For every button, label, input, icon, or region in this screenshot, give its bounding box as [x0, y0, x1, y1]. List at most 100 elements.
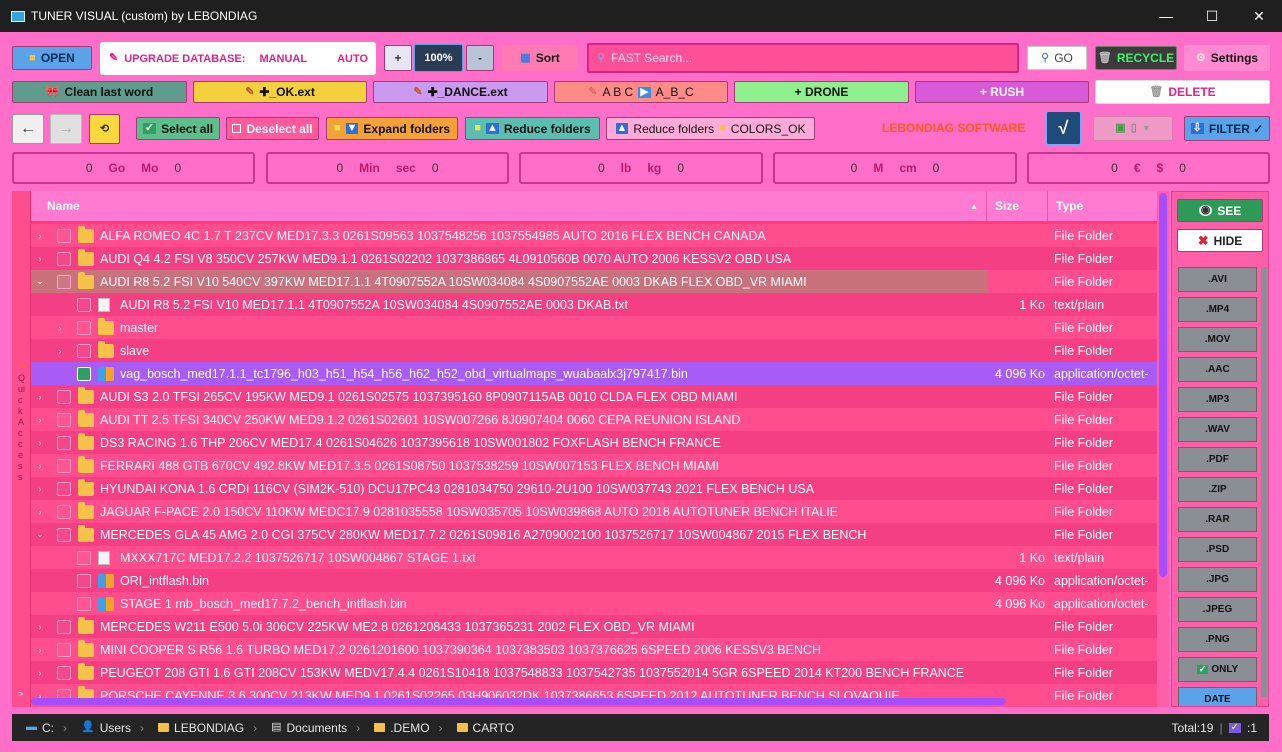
expand-toggle-icon[interactable]: › [35, 668, 45, 678]
refresh-button[interactable]: ⟲ [89, 114, 120, 144]
horizontal-scroll-thumb[interactable] [31, 698, 1006, 705]
side-scrollbar[interactable] [1261, 267, 1267, 697]
vertical-scroll-thumb[interactable] [1159, 193, 1167, 577]
expand-toggle-icon[interactable]: › [35, 461, 45, 471]
table-row[interactable]: › AUDI S3 2.0 TFSI 265CV 195KW MED9.1 026… [31, 385, 1157, 408]
extension-filter-button[interactable]: .WAV [1178, 417, 1257, 442]
extension-filter-button[interactable]: .MP4 [1178, 297, 1257, 322]
table-row[interactable]: STAGE 1 mb_bosch_med17.7.2_bench_intflas… [31, 592, 1157, 615]
row-checkbox[interactable] [57, 527, 71, 542]
view-mode-dropdown[interactable]: ▣ ▯ ▼ [1093, 116, 1173, 141]
table-row[interactable]: › MINI COOPER S R56 1.6 TURBO MED17.2 026… [31, 638, 1157, 661]
row-checkbox[interactable] [77, 297, 91, 312]
row-checkbox[interactable] [77, 343, 91, 358]
reduce-folders-button[interactable]: ■ ▲ Reduce folders [465, 117, 600, 140]
extension-filter-button[interactable]: .PNG [1178, 627, 1257, 652]
extension-filter-button[interactable]: .MP3 [1178, 387, 1257, 412]
expand-toggle-icon[interactable]: › [35, 254, 45, 264]
expand-toggle-icon[interactable]: › [35, 231, 45, 241]
zoom-in-button[interactable]: + [384, 45, 412, 71]
table-row[interactable]: › slave File Folder [31, 339, 1157, 362]
breadcrumb-item[interactable]: CARTO [456, 721, 514, 735]
forward-button[interactable]: → [50, 114, 82, 144]
extension-filter-button[interactable]: .JPG [1178, 567, 1257, 592]
ok-ext-button[interactable]: ✎ ✚_OK.ext [193, 81, 367, 103]
search-input[interactable]: ⚲ FAST Search... [587, 43, 1019, 73]
unit-converter-m-cm[interactable]: 0 M cm 0 [773, 152, 1017, 184]
close-button[interactable]: ✕ [1236, 0, 1282, 32]
expand-arrow-icon[interactable]: > [18, 689, 23, 699]
expand-toggle-icon[interactable]: › [35, 484, 45, 494]
table-row[interactable]: › HYUNDAI KONA 1.6 CRDI 116CV (SIM2K-510)… [31, 477, 1157, 500]
table-row[interactable]: AUDI R8 5.2 FSI V10 MED17.1.1 4T0907552A… [31, 293, 1157, 316]
table-row[interactable]: › JAGUAR F-PACE 2.0 150CV 110KW MEDC17.9 … [31, 500, 1157, 523]
row-checkbox[interactable] [77, 596, 91, 611]
extension-filter-button[interactable]: .AVI [1178, 267, 1257, 292]
row-checkbox[interactable] [57, 435, 71, 450]
table-row[interactable]: ⌄ MERCEDES GLA 45 AMG 2.0 CGI 375CV 280KW… [31, 523, 1157, 546]
confirm-check-button[interactable]: √ [1046, 111, 1081, 145]
table-row[interactable]: › ALFA ROMEO 4C 1.7 T 237CV MED17.3.3 026… [31, 224, 1157, 247]
delete-button[interactable]: 🗑 DELETE [1095, 80, 1270, 104]
row-checkbox[interactable] [57, 458, 71, 473]
select-all-button[interactable]: ✓ Select all [136, 117, 220, 140]
table-row[interactable]: › PEUGEOT 208 GTI 1.6 GTI 208CV 153KW MED… [31, 661, 1157, 684]
table-row[interactable]: › master File Folder [31, 316, 1157, 339]
row-checkbox[interactable] [57, 504, 71, 519]
table-row[interactable]: › MERCEDES W211 E500 5.0i 306CV 225KW ME2… [31, 615, 1157, 638]
expand-toggle-icon[interactable]: › [55, 346, 65, 356]
zoom-level[interactable]: 100% [414, 44, 463, 72]
deselect-all-button[interactable]: Deselect all [226, 117, 319, 140]
row-checkbox[interactable] [77, 550, 91, 565]
unit-converter-lb-kg[interactable]: 0 lb kg 0 [519, 152, 763, 184]
expand-folders-button[interactable]: ■ ▼ Expand folders [326, 117, 458, 140]
abc-button[interactable]: ✎ A B C ▶ A_B_C [554, 81, 728, 103]
go-button[interactable]: ⚲ GO [1027, 46, 1087, 70]
row-checkbox[interactable] [57, 228, 71, 243]
row-checkbox[interactable] [57, 251, 71, 266]
extension-filter-button[interactable]: .ZIP [1178, 477, 1257, 502]
row-checkbox[interactable] [57, 481, 71, 496]
row-checkbox[interactable] [77, 573, 91, 588]
extension-filter-button[interactable]: ✓ ONLY [1178, 657, 1257, 682]
reduce-colors-button[interactable]: ▲ Reduce folders ■ COLORS_OK [606, 117, 815, 140]
name-column-header[interactable]: Name ▲ [31, 191, 987, 221]
table-row[interactable]: vag_bosch_med17.1.1_tc1796_h03_h51_h54_h… [31, 362, 1157, 385]
hide-button[interactable]: ✖ HIDE [1177, 229, 1263, 252]
breadcrumb-item[interactable]: ▬ C: › [26, 721, 67, 735]
back-button[interactable]: ← [12, 114, 44, 144]
clean-last-word-button[interactable]: 🎀 Clean last word [12, 81, 187, 103]
unit-converter-min-sec[interactable]: 0 Min sec 0 [266, 152, 509, 184]
filter-button[interactable]: ⇩ FILTER ✓ [1184, 116, 1270, 141]
row-checkbox[interactable] [57, 389, 71, 404]
sort-button[interactable]: ▦ Sort [502, 45, 578, 71]
table-row[interactable]: ORI_intflash.bin 4 096 Ko application/octe… [31, 569, 1157, 592]
auto-option[interactable]: AUTO [337, 53, 368, 65]
expand-toggle-icon[interactable]: › [35, 415, 45, 425]
breadcrumb-item[interactable]: 👤 Users › [81, 721, 144, 735]
expand-toggle-icon[interactable]: › [55, 323, 65, 333]
row-checkbox[interactable] [57, 642, 71, 657]
breadcrumb-item[interactable]: ▤ Documents › [271, 721, 360, 735]
rush-button[interactable]: + RUSH [915, 81, 1089, 103]
settings-button[interactable]: ⚙ Settings [1184, 45, 1270, 71]
extension-filter-button[interactable]: .AAC [1178, 357, 1257, 382]
extension-filter-button[interactable]: .PDF [1178, 447, 1257, 472]
expand-toggle-icon[interactable]: › [35, 507, 45, 517]
table-row[interactable]: › AUDI Q4 4.2 FSI V8 350CV 257KW MED9.1.1… [31, 247, 1157, 270]
table-row[interactable]: › DS3 RACING 1.6 THP 206CV MED17.4 0261S0… [31, 431, 1157, 454]
unit-converter-euro-dollar[interactable]: 0 € $ 0 [1027, 152, 1270, 184]
manual-option[interactable]: MANUAL [259, 53, 307, 65]
horizontal-scrollbar[interactable] [31, 696, 1157, 706]
vertical-scrollbar[interactable] [1157, 191, 1169, 707]
expand-toggle-icon[interactable]: › [35, 438, 45, 448]
table-row[interactable]: MXXX717C MED17.2.2 1037526717 10SW004867… [31, 546, 1157, 569]
extension-filter-button[interactable]: .MOV [1178, 327, 1257, 352]
maximize-button[interactable]: ☐ [1189, 0, 1235, 32]
extension-filter-button[interactable]: DATE [1178, 687, 1257, 706]
extension-filter-button[interactable]: .RAR [1178, 507, 1257, 532]
table-row[interactable]: › AUDI TT 2.5 TFSI 340CV 250KW MED9.1.2 0… [31, 408, 1157, 431]
expand-toggle-icon[interactable]: › [35, 645, 45, 655]
row-checkbox[interactable] [77, 366, 91, 381]
recycle-button[interactable]: 🗑 RECYCLE [1095, 46, 1177, 70]
